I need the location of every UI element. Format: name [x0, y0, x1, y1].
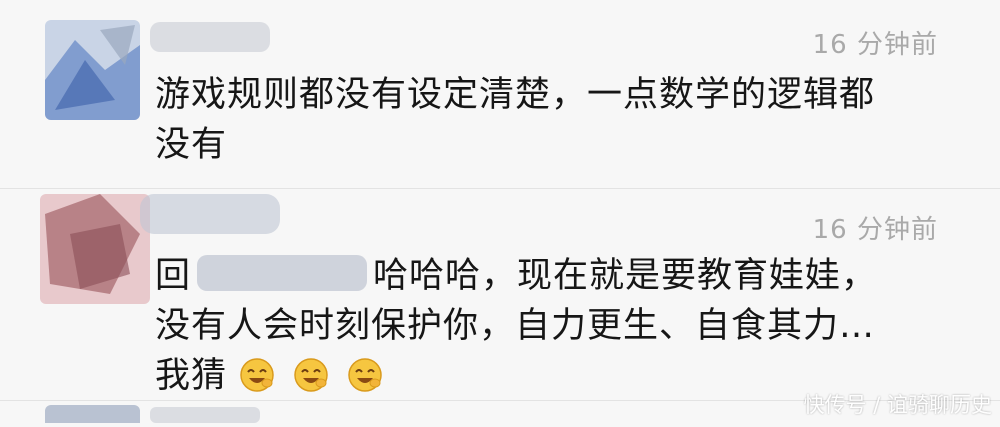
avatar[interactable]: [40, 194, 150, 304]
comment-text-end: 我猜: [155, 356, 228, 396]
comment-timestamp: 16 分钟前: [812, 30, 938, 60]
comment-text: 游戏规则都没有设定清楚，一点数学的逻辑都 没有: [155, 70, 945, 170]
comment-text-line: 游戏规则都没有设定清楚，一点数学的逻辑都: [155, 75, 876, 115]
laughing-face-icon: [348, 358, 383, 392]
comment-text-line: 没有人会时刻保护你，自力更生、自食其力…: [155, 306, 876, 346]
comment-item[interactable]: 16 分钟前 回 哈哈哈，现在就是要教育娃娃， 没有人会时刻保护你，自力更生、自食…: [0, 188, 1000, 401]
reply-target-redacted: [197, 255, 368, 291]
comment-text-line: 回 哈哈哈，现在就是要教育娃娃，: [155, 251, 945, 301]
comment-item[interactable]: 16 分钟前 游戏规则都没有设定清楚，一点数学的逻辑都 没有: [0, 0, 1000, 188]
comment-text-line: 没有: [155, 125, 228, 165]
reply-text: 哈哈哈，现在就是要教育娃娃，: [373, 256, 878, 296]
laughing-face-icon: [240, 358, 274, 392]
comment-text: 回 哈哈哈，现在就是要教育娃娃， 没有人会时刻保护你，自力更生、自食其力… 我猜: [155, 251, 945, 401]
username-redacted: [140, 189, 280, 239]
laughing-face-icon: [294, 358, 329, 392]
avatar[interactable]: [45, 20, 140, 120]
watermark: 快传号 / 谊骑聊历史: [803, 393, 992, 417]
avatar[interactable]: [45, 405, 140, 423]
reply-prefix: 回: [155, 256, 192, 296]
comment-timestamp: 16 分钟前: [812, 215, 938, 245]
username-redacted: [150, 22, 270, 52]
